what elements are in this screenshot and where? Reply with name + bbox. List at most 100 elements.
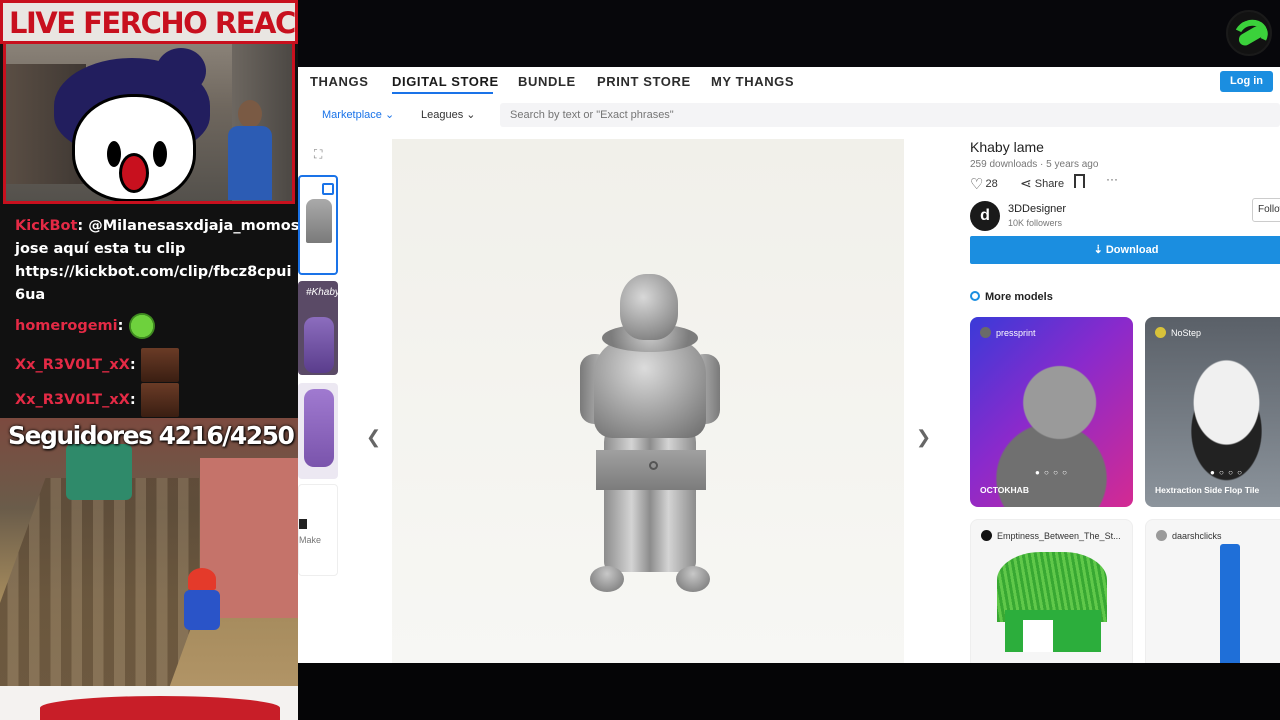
fullscreen-icon[interactable]: ⛶ — [314, 147, 322, 162]
card-author-name: pressprint — [996, 328, 1036, 338]
chat-message: Xx_R3V0LT_xX: — [15, 383, 179, 417]
nav-my-thangs[interactable]: MY THANGS — [711, 74, 794, 89]
chat-username: Xx_R3V0LT_xX — [15, 357, 130, 373]
more-options-icon[interactable]: ··· — [1106, 172, 1118, 186]
chevron-down-icon: ⌄ — [463, 109, 476, 121]
login-button[interactable]: Log in — [1220, 71, 1273, 92]
heart-icon: ♡ — [970, 176, 984, 193]
model-card[interactable]: Emptiness_Between_The_St... — [970, 519, 1133, 663]
designer-name: 3DDesigner — [1008, 203, 1067, 215]
game-bottom-shape — [40, 696, 280, 720]
sub-nav: Marketplace ⌄ Leagues ⌄ — [298, 103, 1280, 127]
gameplay-video — [0, 418, 298, 720]
marketplace-dropdown[interactable]: Marketplace ⌄ — [322, 108, 394, 121]
share-button[interactable]: ⋖ Share — [1020, 175, 1064, 192]
chat-continuation: jose aquí esta tu clip — [15, 241, 186, 257]
card-title: Hextraction Side Flop Tile — [1155, 485, 1260, 495]
cartoon-avatar — [46, 48, 226, 201]
chat-username: Xx_R3V0LT_xX — [15, 392, 130, 408]
carousel-dots: ● ○ ○ ○ — [1035, 468, 1068, 477]
stream-title-banner: LIVE FERCHO REACTION — [0, 0, 298, 44]
card-title: OCTOKHAB — [980, 485, 1029, 495]
3d-viewer[interactable]: ❮ ❯ — [366, 139, 931, 663]
download-button[interactable]: ⇣ Download — [970, 236, 1280, 264]
model-torso — [594, 338, 706, 438]
game-train — [66, 444, 132, 500]
stream-overlay: LIVE FERCHO REACTION KickBot: @Mila — [0, 0, 298, 720]
face-emote-icon — [140, 383, 179, 417]
model-legs — [604, 422, 696, 572]
channel-logo-icon — [1226, 10, 1272, 56]
chat-continuation: https://kickbot.com/clip/fbcz8cpui — [15, 264, 292, 280]
browser-chrome — [298, 0, 1280, 67]
author-avatar-icon — [981, 530, 992, 541]
prev-arrow-icon[interactable]: ❮ — [366, 427, 381, 448]
webcam-feed — [3, 44, 295, 204]
cartoon-face — [72, 94, 196, 201]
model-title: Khaby lame — [970, 139, 1044, 155]
model-chair — [596, 450, 706, 490]
card-author-name: Emptiness_Between_The_St... — [997, 531, 1121, 541]
nav-bundle[interactable]: BUNDLE — [518, 74, 576, 89]
author-avatar-icon — [1155, 327, 1166, 338]
card-preview-pot — [1005, 610, 1101, 652]
chat-message: homerogemi: — [15, 313, 155, 339]
card-author: Emptiness_Between_The_St... — [981, 530, 1121, 541]
active-tab-indicator — [392, 92, 493, 94]
cartoon-mouth — [119, 153, 149, 193]
thumbnail-figure — [304, 317, 334, 373]
leagues-dropdown[interactable]: Leagues ⌄ — [421, 108, 476, 121]
browser-window: THANGS DIGITAL STORE BUNDLE PRINT STORE … — [298, 0, 1280, 720]
chevron-down-icon: ⌄ — [381, 109, 395, 121]
chat-message: Xx_R3V0LT_xX: — [15, 348, 179, 382]
designer-followers: 10K followers — [1008, 218, 1063, 228]
bookmark-icon[interactable] — [1074, 174, 1085, 188]
thumbnail-make[interactable]: Make — [298, 484, 338, 576]
nav-digital-store[interactable]: DIGITAL STORE — [392, 74, 499, 89]
thumbnail-image[interactable]: #Khaby — [298, 281, 338, 375]
stream-title: LIVE FERCHO REACTION — [9, 6, 298, 40]
cartoon-eye-right — [153, 141, 167, 167]
thumbnail-model-preview — [306, 199, 332, 243]
runner-hat — [188, 568, 216, 590]
download-label: Download — [1105, 244, 1159, 256]
model-render — [580, 272, 720, 602]
marketplace-label: Marketplace — [322, 109, 382, 121]
nav-print-store[interactable]: PRINT STORE — [597, 74, 691, 89]
model-card[interactable]: pressprint ● ○ ○ ○ OCTOKHAB — [970, 317, 1133, 507]
model-foot-left — [590, 566, 624, 592]
search-bar[interactable] — [500, 103, 1280, 127]
author-avatar-icon — [980, 327, 991, 338]
thumbnail-image[interactable] — [298, 383, 338, 479]
model-card[interactable]: daarshclicks — [1145, 519, 1280, 663]
frog-emote-icon — [128, 313, 155, 339]
search-input[interactable] — [510, 107, 1010, 123]
next-arrow-icon[interactable]: ❯ — [916, 427, 931, 448]
streamer-body — [228, 126, 272, 200]
chat-continuation: 6ua — [15, 287, 46, 303]
card-author-name: daarshclicks — [1172, 531, 1222, 541]
nav-thangs[interactable]: THANGS — [310, 74, 369, 89]
share-label: Share — [1034, 178, 1065, 190]
author-avatar-icon — [1156, 530, 1167, 541]
chat-username: KickBot — [15, 218, 78, 234]
thumbnail-3d-view[interactable] — [298, 175, 338, 275]
like-count: 28 — [985, 178, 998, 190]
thumbnail-caption: #Khaby — [306, 287, 338, 298]
followers-goal: Seguidores 4216/4250 — [8, 421, 295, 450]
card-preview-bar — [1220, 544, 1240, 663]
designer-avatar: d — [970, 201, 1000, 231]
chat-username: homerogemi — [15, 318, 118, 334]
follow-button[interactable]: Follow — [1252, 198, 1280, 222]
model-card[interactable]: NoStep ● ○ ○ ○ Hextraction Side Flop Til… — [1145, 317, 1280, 507]
card-preview-pot-inner — [1023, 620, 1053, 652]
game-runner — [180, 568, 224, 668]
main-nav: THANGS DIGITAL STORE BUNDLE PRINT STORE … — [298, 67, 1280, 95]
cursor-icon — [649, 461, 658, 470]
chat-text: : @Milanesasxdjaja_momos — [77, 218, 298, 234]
thumbnail-strip: ⛶ #Khaby Make — [298, 139, 342, 659]
like-button[interactable]: ♡ 28 — [970, 175, 998, 193]
thangs-page: THANGS DIGITAL STORE BUNDLE PRINT STORE … — [298, 67, 1280, 663]
model-head — [620, 274, 678, 340]
face-emote-icon — [140, 348, 179, 382]
